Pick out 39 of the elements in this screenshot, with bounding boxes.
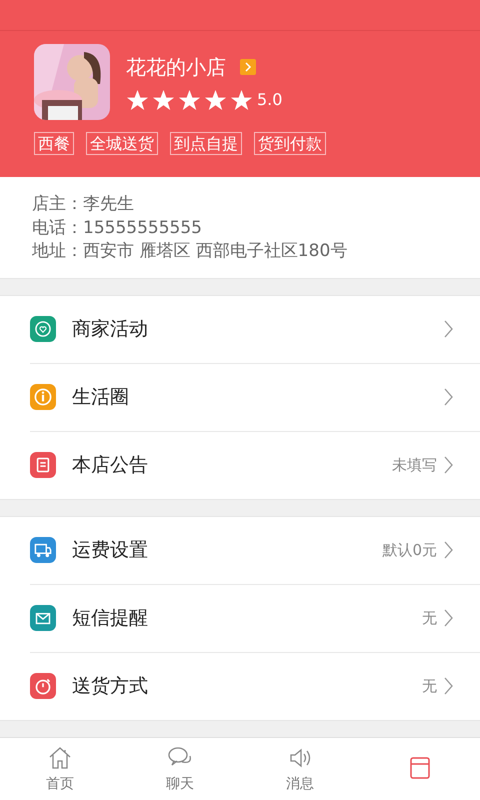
menu-item[interactable]: 运费设置 默认0元 <box>30 516 480 584</box>
envelope-icon <box>30 605 56 631</box>
chevron-icon <box>443 608 454 628</box>
tab-item[interactable]: 首页 <box>0 738 120 800</box>
info-line: 店主：李先生 <box>32 193 135 216</box>
chevron-icon <box>443 387 454 407</box>
tab-item[interactable]: 聊天 <box>120 738 240 800</box>
shop-tag: 到点自提 <box>170 132 242 155</box>
item-value: 默认0元 <box>382 540 437 560</box>
item-value: 未填写 <box>392 456 437 474</box>
item-value: 无 <box>422 608 437 628</box>
star-icon <box>126 88 149 110</box>
star-icon <box>152 88 175 110</box>
info-icon <box>30 384 56 410</box>
rating-value: 5.0 <box>257 90 282 109</box>
shop-name: 花花的小店 <box>126 54 226 80</box>
item-value: 无 <box>422 676 437 696</box>
star-icon <box>230 88 253 110</box>
truck-icon <box>30 537 56 563</box>
menu-item[interactable]: 生活圈 <box>30 364 480 432</box>
chevron-icon <box>443 676 454 696</box>
chevron-icon <box>443 319 454 339</box>
star-icon <box>178 88 201 110</box>
menu-item[interactable]: 短信提醒 无 <box>30 584 480 652</box>
info-line: 地址：西安市 雁塔区 西部电子社区180号 <box>32 240 348 263</box>
menu-item[interactable]: 送货方式 无 <box>30 652 480 720</box>
menu-item[interactable]: 本店公告 未填写 <box>30 432 480 498</box>
chevron-icon <box>240 59 256 75</box>
menu-item[interactable]: 商家活动 <box>30 296 480 364</box>
star-icon <box>204 88 227 110</box>
note-icon <box>30 452 56 478</box>
tab-item[interactable]: 消息 <box>240 738 360 800</box>
shop-tag: 全城送货 <box>86 132 158 155</box>
shop-tag: 货到付款 <box>254 132 326 155</box>
info-line: 电话：15555555555 <box>32 216 203 240</box>
stopwatch-icon <box>30 673 56 699</box>
chevron-icon <box>443 540 454 560</box>
chevron-icon <box>443 455 454 475</box>
shop-tag: 西餐 <box>34 132 74 155</box>
